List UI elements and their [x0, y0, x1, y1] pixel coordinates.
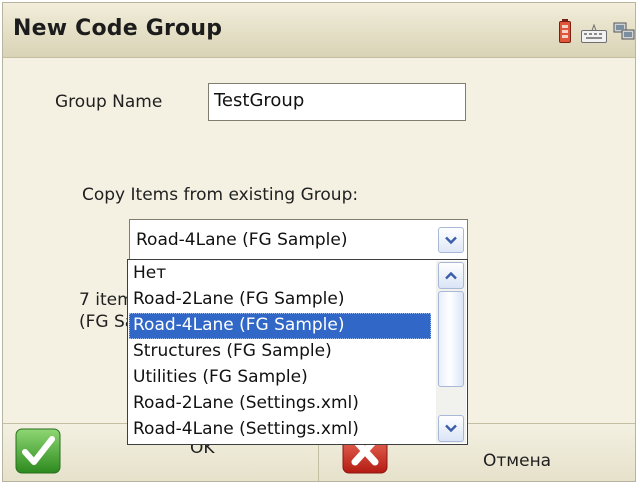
dropdown-option[interactable]: Utilities (FG Sample): [129, 365, 431, 391]
dropdown-option[interactable]: Structures (FG Sample): [129, 339, 431, 365]
keyboard-icon[interactable]: [581, 24, 607, 43]
title-bar: New Code Group: [3, 3, 635, 58]
chevron-down-icon: [445, 236, 457, 245]
cancel-button-label: Отмена: [483, 451, 552, 471]
screen: New Code Group Group Name TestGroup Copy…: [0, 0, 638, 486]
dropdown-option[interactable]: Road-4Lane (Settings.xml): [129, 417, 431, 443]
scroll-down-button[interactable]: [438, 415, 464, 442]
existing-group-select[interactable]: Road-4Lane (FG Sample): [129, 219, 468, 261]
dropdown-scrollbar[interactable]: [436, 261, 466, 443]
dropdown-option-selected[interactable]: Road-4Lane (FG Sample): [129, 313, 431, 339]
scroll-up-button[interactable]: [438, 262, 464, 289]
scrollbar-thumb[interactable]: [438, 291, 464, 387]
battery-icon[interactable]: [559, 19, 571, 43]
chevron-down-icon: [445, 424, 457, 433]
network-icon[interactable]: [613, 21, 635, 43]
select-dropdown-button[interactable]: [438, 227, 464, 253]
checkmark-icon: [15, 428, 61, 474]
dialog-window: New Code Group Group Name TestGroup Copy…: [2, 2, 636, 482]
group-name-input[interactable]: TestGroup: [208, 83, 466, 121]
copy-items-label: Copy Items from existing Group:: [82, 185, 359, 205]
dropdown-option[interactable]: Нет: [129, 261, 431, 287]
group-dropdown-list[interactable]: Нет Road-2Lane (FG Sample) Road-4Lane (F…: [127, 259, 468, 445]
dropdown-option[interactable]: Road-2Lane (Settings.xml): [129, 391, 431, 417]
chevron-up-icon: [445, 271, 457, 280]
selected-group-value: Road-4Lane (FG Sample): [136, 230, 348, 250]
group-name-label: Group Name: [55, 92, 163, 112]
dropdown-option[interactable]: Road-2Lane (FG Sample): [129, 287, 431, 313]
window-title: New Code Group: [13, 16, 223, 41]
